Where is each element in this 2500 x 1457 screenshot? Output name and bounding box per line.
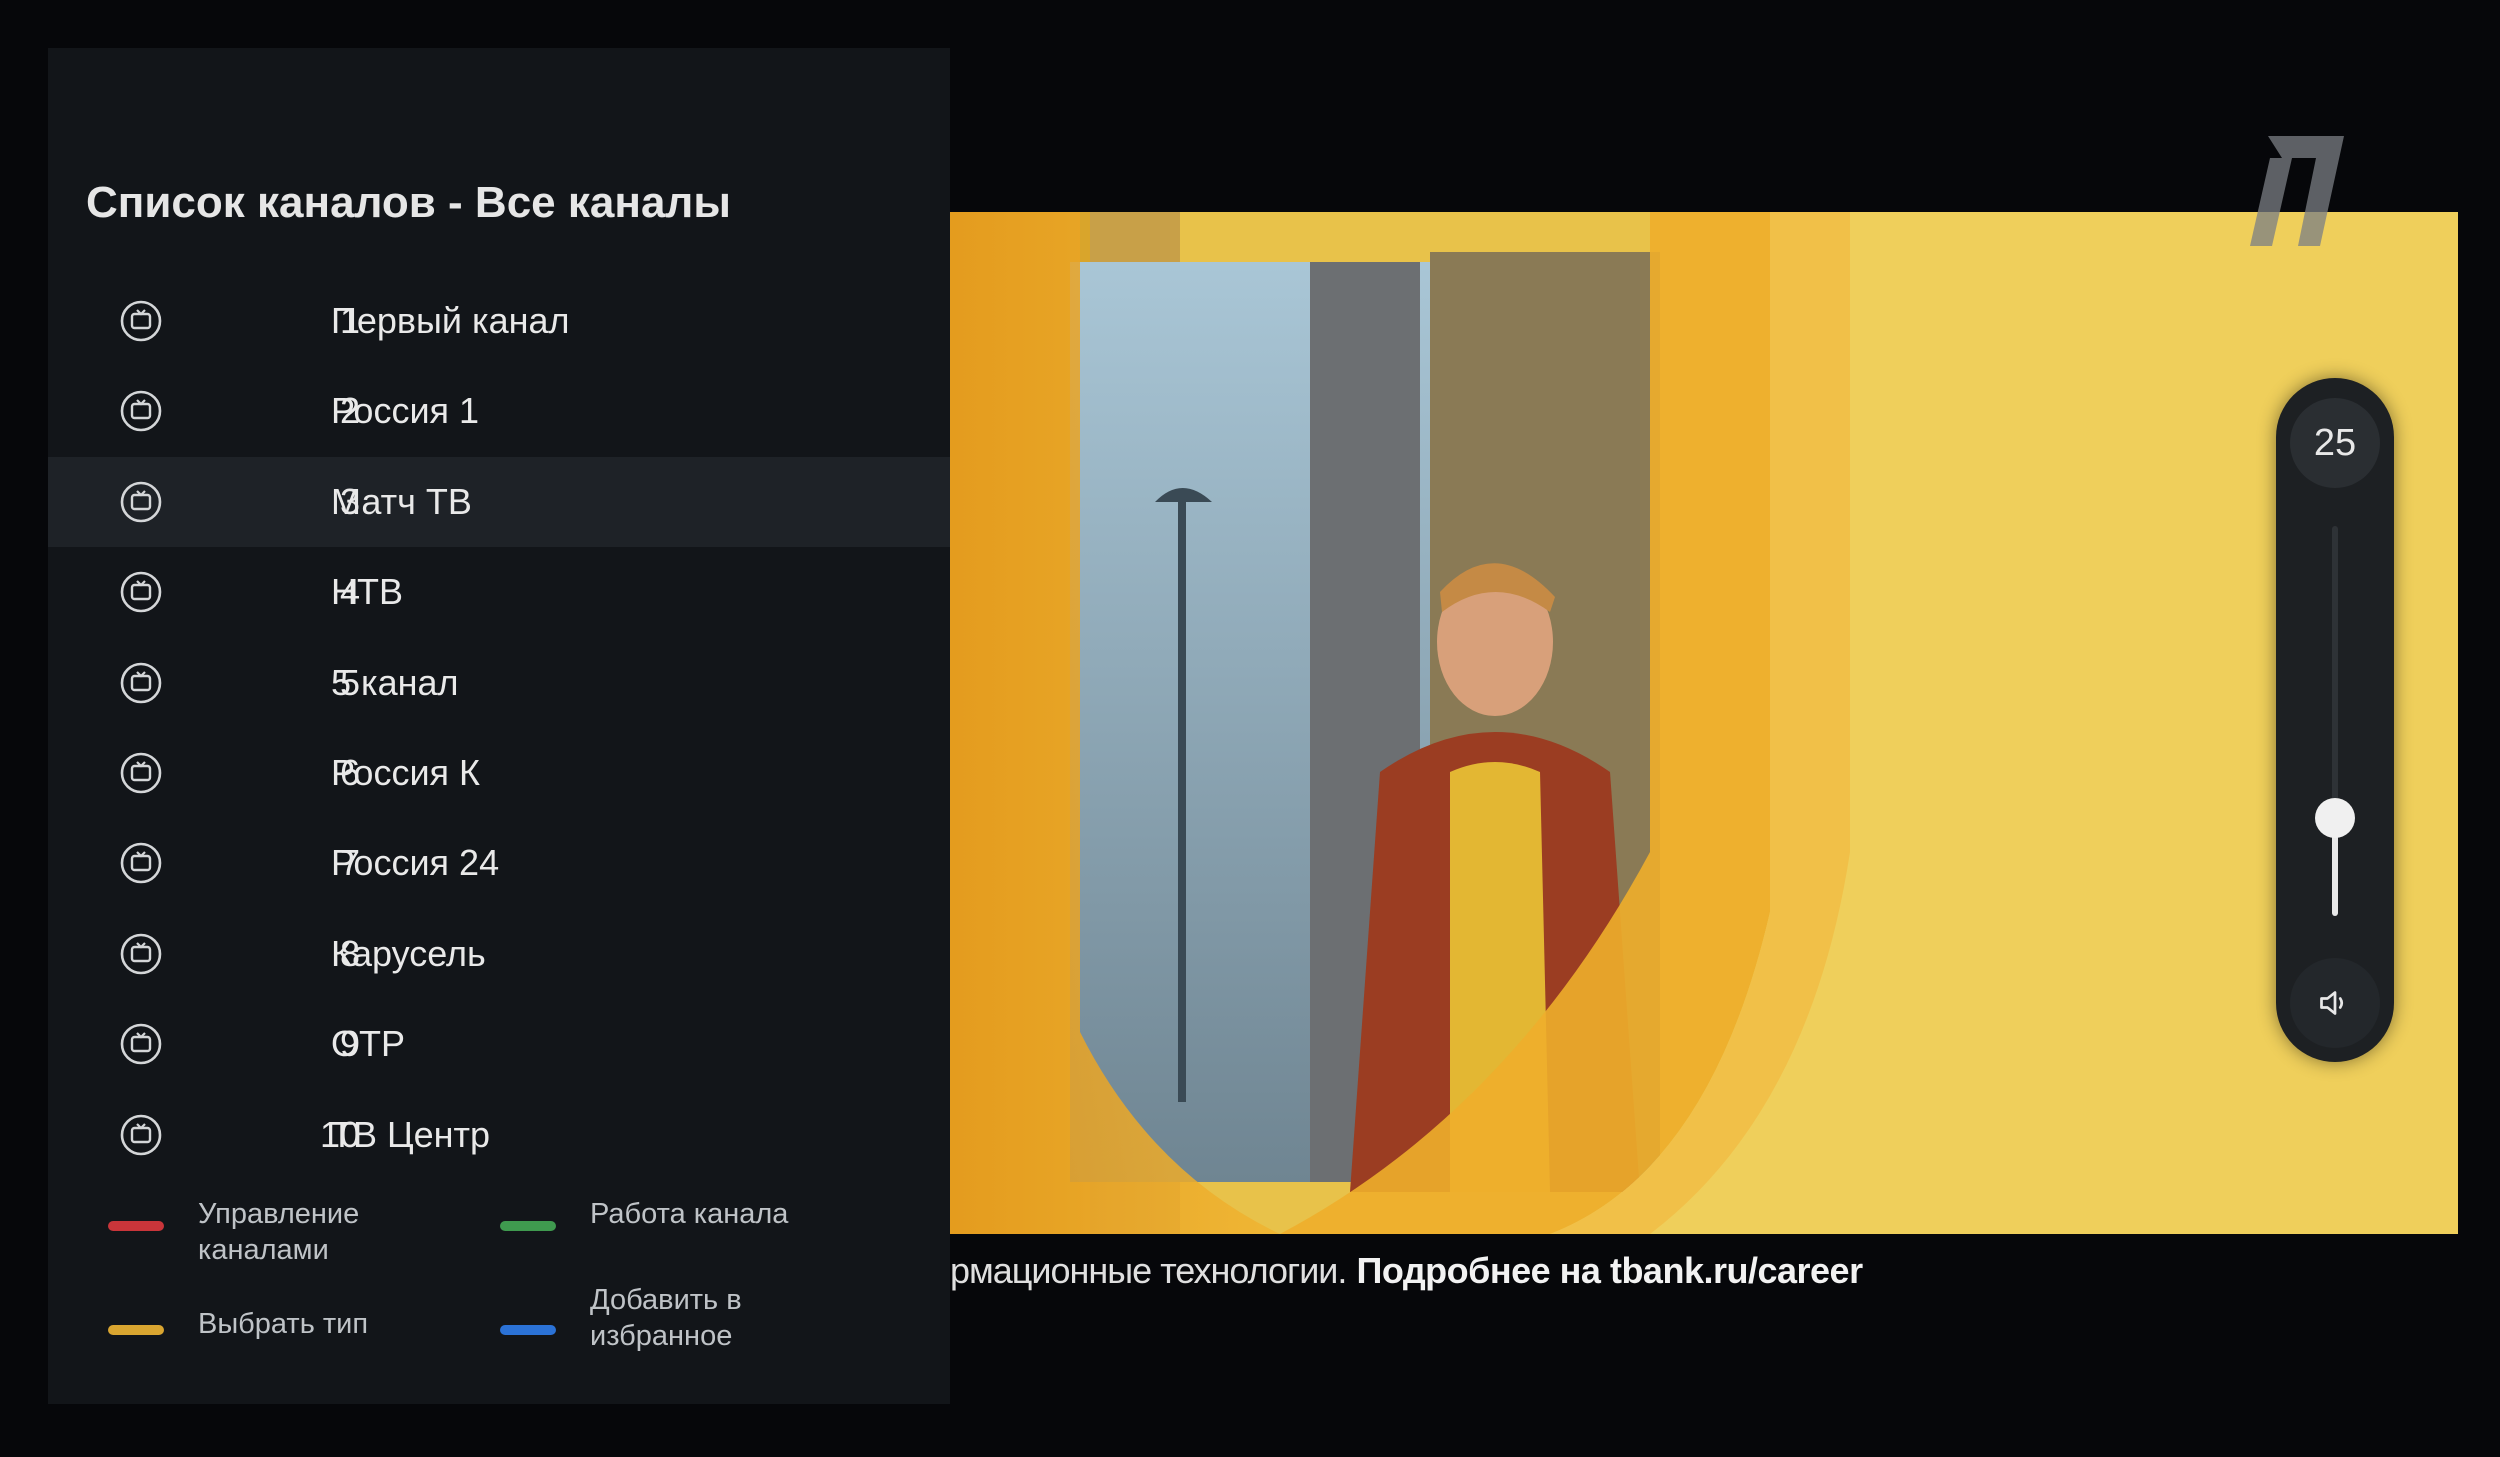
channel-item[interactable]: 7 Россия 24 — [48, 818, 950, 908]
ticker-main: Подробнее на tbank.ru/career — [1356, 1250, 1863, 1291]
legend-green-label: Работа канала — [590, 1198, 789, 1230]
tv-icon — [120, 481, 162, 523]
channel-item[interactable]: 8 Карусель — [48, 909, 950, 999]
volume-slider[interactable]: 25 — [2276, 378, 2394, 1062]
channel-name: Матч ТВ — [331, 480, 472, 522]
speaker-button[interactable] — [2290, 958, 2380, 1048]
channel-item[interactable]: 2 Россия 1 — [48, 366, 950, 456]
volume-value: 25 — [2290, 398, 2380, 488]
channel-one-logo — [2248, 128, 2348, 250]
channel-name: 5 канал — [331, 661, 459, 703]
channel-item[interactable]: 10 ТВ Центр — [48, 1090, 950, 1180]
blue-key-icon — [500, 1325, 556, 1335]
news-ticker: рмационные технологии. Подробнее на tban… — [950, 1244, 2150, 1298]
video-scene — [950, 212, 2458, 1234]
logo-icon — [2250, 136, 2344, 246]
channel-item[interactable]: 4 НТВ — [48, 547, 950, 637]
channel-item[interactable]: 6 Россия К — [48, 728, 950, 818]
legend-yellow-label: Выбрать тип — [198, 1308, 369, 1340]
tv-icon — [120, 571, 162, 613]
legend-blue-label: Добавить в избранное — [590, 1284, 742, 1352]
tv-screen: рмационные технологии. Подробнее на tban… — [0, 0, 2500, 1457]
channel-name: Россия 1 — [331, 390, 480, 432]
tv-icon — [120, 843, 162, 884]
channel-name: Россия 24 — [331, 842, 500, 884]
channel-list-panel: Список каналов - Все каналы 1 Первый кан… — [48, 48, 950, 1404]
red-key-icon — [108, 1221, 164, 1231]
tv-icon — [120, 300, 162, 342]
volume-thumb[interactable] — [2315, 798, 2355, 838]
channel-item[interactable]: 1 Первый канал — [48, 276, 950, 366]
channel-name: Россия К — [331, 751, 481, 793]
channel-item[interactable]: 5 5 канал — [48, 638, 950, 728]
yellow-key-icon — [108, 1325, 164, 1335]
channel-name: ОТР — [331, 1023, 406, 1065]
channel-item[interactable]: 9 ОТР — [48, 999, 950, 1089]
video-frame — [950, 212, 2458, 1234]
channel-name: Первый канал — [331, 300, 570, 341]
speaker-icon — [2320, 991, 2344, 1015]
ticker-prefix: рмационные технологии. — [950, 1250, 1347, 1291]
tv-icon — [120, 662, 162, 703]
channel-name: Карусель — [331, 932, 486, 974]
volume-track[interactable] — [2315, 526, 2355, 916]
green-key-icon — [500, 1221, 556, 1231]
tv-icon — [120, 391, 162, 432]
channel-name: НТВ — [331, 571, 403, 613]
legend-red-label: Управление каналами — [198, 1198, 360, 1266]
channel-name: ТВ Центр — [331, 1113, 491, 1155]
panel-title: Список каналов - Все каналы — [86, 178, 731, 227]
channel-item-selected[interactable]: 3 Матч ТВ — [48, 456, 950, 548]
tv-icon — [120, 1114, 162, 1155]
channel-list: 1 Первый канал 2 Россия 1 3 Матч ТВ 4 НТ… — [48, 276, 950, 1180]
tv-icon — [120, 933, 162, 975]
tv-icon — [120, 1023, 162, 1065]
tv-icon — [120, 752, 162, 794]
